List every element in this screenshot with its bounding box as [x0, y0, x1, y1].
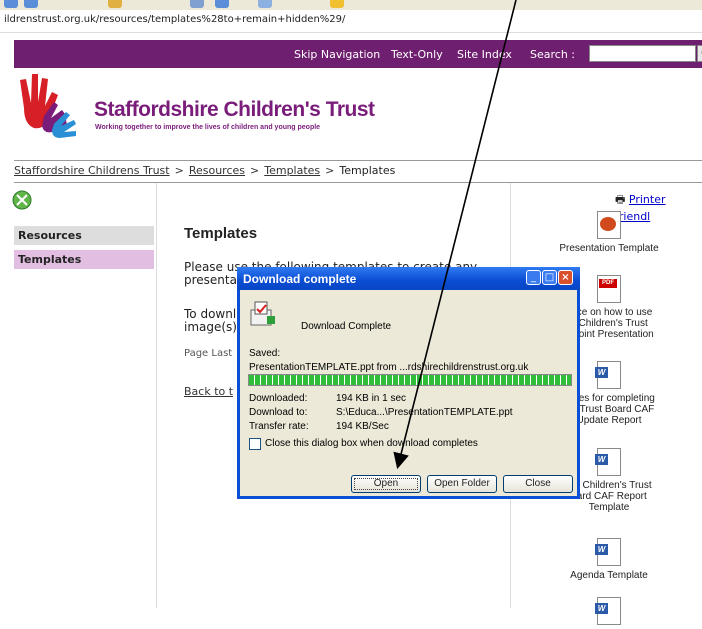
- arrow-pointing-open: [393, 0, 517, 470]
- annotation-arrow: [393, 0, 517, 470]
